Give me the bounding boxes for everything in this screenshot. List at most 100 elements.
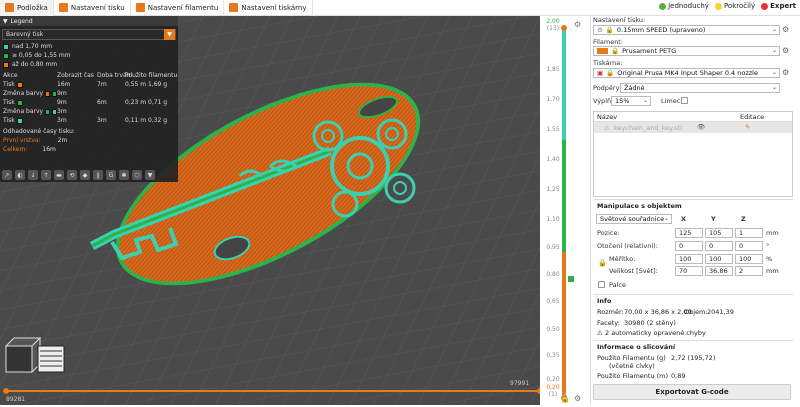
- rotation-y-input[interactable]: 0: [705, 241, 733, 251]
- printer-combo[interactable]: ▣ 🔒 Original Prusa MK4 Input Shaper 0.4 …: [593, 68, 780, 78]
- infill-combo[interactable]: 15% ⌄: [611, 96, 651, 106]
- action-label: Tisk: [3, 117, 15, 124]
- lock-icon: 🔒: [611, 47, 620, 55]
- mode-simple-label: Jednoduchý: [668, 2, 709, 10]
- usage-cell: 0,23 m 0,71 g: [125, 99, 168, 106]
- lock-icon: 🔒: [605, 26, 614, 34]
- legend-header[interactable]: ▼ Legend: [0, 16, 178, 26]
- print-settings-combo[interactable]: ⚙ 🔒 0.15mm SPEED (upraveno) ⌄: [593, 25, 780, 35]
- tab-printer-settings-label: Nastavení tiskárny: [241, 3, 307, 12]
- errors-value: 2 automaticky opravené chyby: [605, 329, 706, 337]
- pause-icon[interactable]: ∥: [93, 170, 103, 180]
- chevron-down-icon: ⌄: [771, 69, 777, 76]
- filament-m-value: 0,89: [671, 372, 686, 380]
- mode-expert[interactable]: Expert: [761, 2, 796, 10]
- displayed-cell: 16m: [57, 81, 71, 88]
- mode-advanced[interactable]: Pokročilý: [714, 2, 756, 10]
- layer-tick: 1,70: [546, 96, 560, 103]
- tab-print-settings[interactable]: Nastavení tisku: [54, 0, 131, 16]
- view-type-select[interactable]: Barevný tisk ▼: [2, 29, 176, 40]
- action-label: Tisk: [3, 81, 15, 88]
- filament-combo[interactable]: 🔒 Prusament PETG ⌄: [593, 46, 780, 56]
- separator: [593, 294, 793, 295]
- action-cell: Tisk: [3, 98, 57, 107]
- action-label: Změna barvy: [3, 108, 44, 115]
- estimate-value: 16m: [42, 146, 56, 153]
- legend-panel: ▼ Legend Barevný tisk ▼ nad 1,70 mm ≥ 0,…: [0, 16, 178, 182]
- gear-icon: ⚙: [597, 26, 603, 34]
- mode-simple[interactable]: Jednoduchý: [659, 2, 709, 10]
- brim-checkbox[interactable]: [681, 97, 688, 104]
- legend-range-label: nad 1,70 mm: [12, 43, 53, 50]
- size-x-input[interactable]: 70: [675, 266, 703, 276]
- cog-icon[interactable]: ⚙: [782, 25, 789, 34]
- eye-icon[interactable]: 👁: [697, 123, 705, 131]
- usage-cell: 0,55 m 1,69 g: [125, 81, 168, 88]
- layer-tick: 0,35: [546, 352, 560, 359]
- expert-mode-icon: [761, 2, 769, 10]
- rotation-x-input[interactable]: 0: [675, 241, 703, 251]
- scale-x-input[interactable]: 100: [675, 254, 703, 264]
- tool-change-icon[interactable]: ⟲: [67, 170, 77, 180]
- lock-icon[interactable]: 🔒: [598, 259, 607, 267]
- legend-range-row: až do 0,80 mm: [0, 60, 178, 69]
- cog-icon[interactable]: ⚙: [574, 394, 581, 403]
- estimate-first-layer: První vrstva: 2m: [0, 136, 178, 145]
- size-label: Velikost [Svět]:: [609, 267, 658, 275]
- cog-icon[interactable]: ⚙: [782, 68, 789, 77]
- printer-icon: ▣: [597, 69, 604, 77]
- legend-toolbar: ↗ ◐ ↓ ↑ ▬ ⟲ ◆ ∥ G ✱ ⬡ ▼: [2, 170, 155, 180]
- tab-filament-settings[interactable]: Nastavení filamentu: [131, 0, 225, 16]
- usage-cell: [125, 107, 181, 116]
- usage-cell: [125, 89, 181, 98]
- custom-gcode-icon[interactable]: G: [106, 170, 116, 180]
- tab-plater[interactable]: Podložka: [0, 0, 54, 16]
- position-y-input[interactable]: 105: [705, 228, 733, 238]
- inches-checkbox[interactable]: [598, 281, 605, 288]
- estimated-title: Odhadované časy tisku:: [3, 128, 75, 135]
- tool-marker-icon[interactable]: ▼: [145, 170, 155, 180]
- travel-icon[interactable]: ↗: [2, 170, 12, 180]
- action-label: Tisk: [3, 99, 15, 106]
- position-z-input[interactable]: 1: [735, 228, 763, 238]
- lock-icon[interactable]: 🔒: [560, 394, 570, 403]
- seam-icon[interactable]: ▬: [54, 170, 64, 180]
- edit-icon[interactable]: ✎: [745, 123, 750, 131]
- deretraction-icon[interactable]: ↑: [41, 170, 51, 180]
- col-header-duration: Doba trvání: [97, 72, 133, 79]
- top-tab-bar: Podložka Nastavení tisku Nastavení filam…: [0, 0, 800, 16]
- scale-z-input[interactable]: 100: [735, 254, 763, 264]
- layer-slider[interactable]: 2,00 (13) 1,85 1,70 1,55 1,40 1,25 1,10 …: [540, 16, 590, 405]
- size-y-input[interactable]: 36,86: [705, 266, 733, 276]
- retraction-icon[interactable]: ↓: [28, 170, 38, 180]
- view-type-value: Barevný tisk: [6, 31, 44, 38]
- facets-value: 30980 (2 stěny): [624, 319, 676, 327]
- scale-label: Měřítko:: [609, 255, 636, 263]
- rotation-label: Otočení (relativní):: [597, 242, 658, 250]
- cog-icon[interactable]: ⚙: [782, 46, 789, 55]
- size-info-label: Rozměr:: [597, 308, 624, 316]
- layer-tick: 1,85: [546, 66, 560, 73]
- wipe-icon[interactable]: ◐: [15, 170, 25, 180]
- rotation-z-input[interactable]: 0: [735, 241, 763, 251]
- color-change-icon[interactable]: ◆: [80, 170, 90, 180]
- col-header-name: Název: [597, 113, 618, 121]
- position-x-input[interactable]: 125: [675, 228, 703, 238]
- cog-icon[interactable]: ✱: [119, 170, 129, 180]
- hslider-track: [3, 388, 543, 394]
- object-row[interactable]: ⚠ keychain_and_key.stl 👁 ✎: [594, 122, 792, 133]
- coord-system-combo[interactable]: Světové souřadnice ⌄: [596, 214, 672, 224]
- color-swatch: [16, 81, 23, 88]
- cog-icon[interactable]: ⚙: [574, 20, 581, 29]
- mode-advanced-label: Pokročilý: [723, 2, 756, 10]
- hslider-right-value: 97991: [510, 380, 530, 387]
- size-z-input[interactable]: 2: [735, 266, 763, 276]
- infill-value: 15%: [615, 97, 630, 105]
- shells-icon[interactable]: ⬡: [132, 170, 142, 180]
- tab-printer-settings[interactable]: Nastavení tiskárny: [224, 0, 313, 16]
- horizontal-move-slider[interactable]: 89281 97991: [0, 380, 548, 405]
- position-label: Pozice:: [597, 229, 620, 237]
- supports-combo[interactable]: Žádné ⌄: [620, 83, 780, 93]
- scale-y-input[interactable]: 100: [705, 254, 733, 264]
- export-gcode-button[interactable]: Exportovat G-code: [593, 384, 791, 400]
